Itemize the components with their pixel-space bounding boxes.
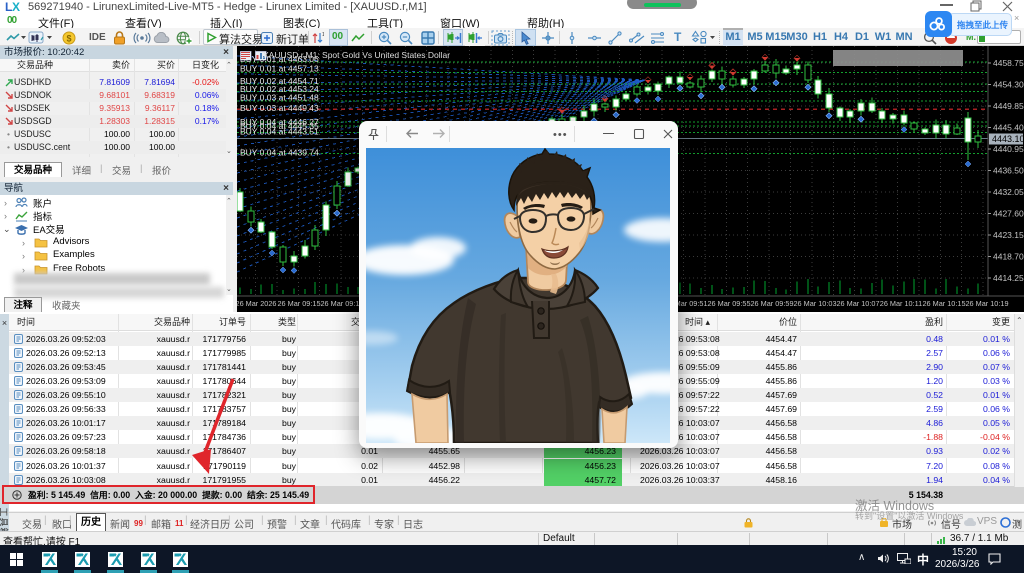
svg-text:4445.40: 4445.40 [993,123,1024,133]
svg-text:BUY 0.04 at 4443.51: BUY 0.04 at 4443.51 [240,127,319,137]
svg-text:4458.75: 4458.75 [993,58,1024,68]
svg-text:4443.10: 4443.10 [992,134,1024,144]
svg-text:4432.05: 4432.05 [993,187,1024,197]
svg-text:26 Mar 10:19: 26 Mar 10:19 [966,299,1009,308]
svg-text:4454.30: 4454.30 [993,80,1024,90]
svg-text:4436.50: 4436.50 [993,166,1024,176]
svg-text:26 Mar 2026: 26 Mar 2026 [237,299,276,308]
svg-text:BUY 0.03 at 4449.43: BUY 0.03 at 4449.43 [240,103,319,113]
svg-text:BUY 0.04 at 4439.74: BUY 0.04 at 4439.74 [240,148,319,158]
svg-text:4423.15: 4423.15 [993,230,1024,240]
svg-text:XAUUSD.r,M1: Spot Gold Vs Unit: XAUUSD.r,M1: Spot Gold Vs United States … [263,50,450,60]
svg-text:26 Mar 10:03: 26 Mar 10:03 [794,299,837,308]
svg-text:4449.85: 4449.85 [993,101,1024,111]
svg-text:BUY 0.03 at 4451.48: BUY 0.03 at 4451.48 [240,93,319,103]
svg-text:26 Mar 09:19: 26 Mar 09:19 [321,299,364,308]
svg-text:26 Mar 09:55: 26 Mar 09:55 [708,299,751,308]
svg-text:26 Mar 09:15: 26 Mar 09:15 [278,299,321,308]
svg-text:4427.60: 4427.60 [993,209,1024,219]
svg-text:26 Mar 09:59: 26 Mar 09:59 [751,299,794,308]
svg-text:26 Mar 10:15: 26 Mar 10:15 [923,299,966,308]
svg-text:4418.70: 4418.70 [993,252,1024,262]
svg-text:$: $ [66,34,71,44]
svg-text:BUY 0.01 at 4457.13: BUY 0.01 at 4457.13 [240,64,319,74]
svg-text:4414.25: 4414.25 [993,273,1024,283]
svg-text:26 Mar 10:11: 26 Mar 10:11 [880,299,922,308]
svg-text:4440.95: 4440.95 [993,144,1024,154]
svg-text:1: 1 [322,32,324,38]
svg-text:26 Mar 10:07: 26 Mar 10:07 [837,299,880,308]
